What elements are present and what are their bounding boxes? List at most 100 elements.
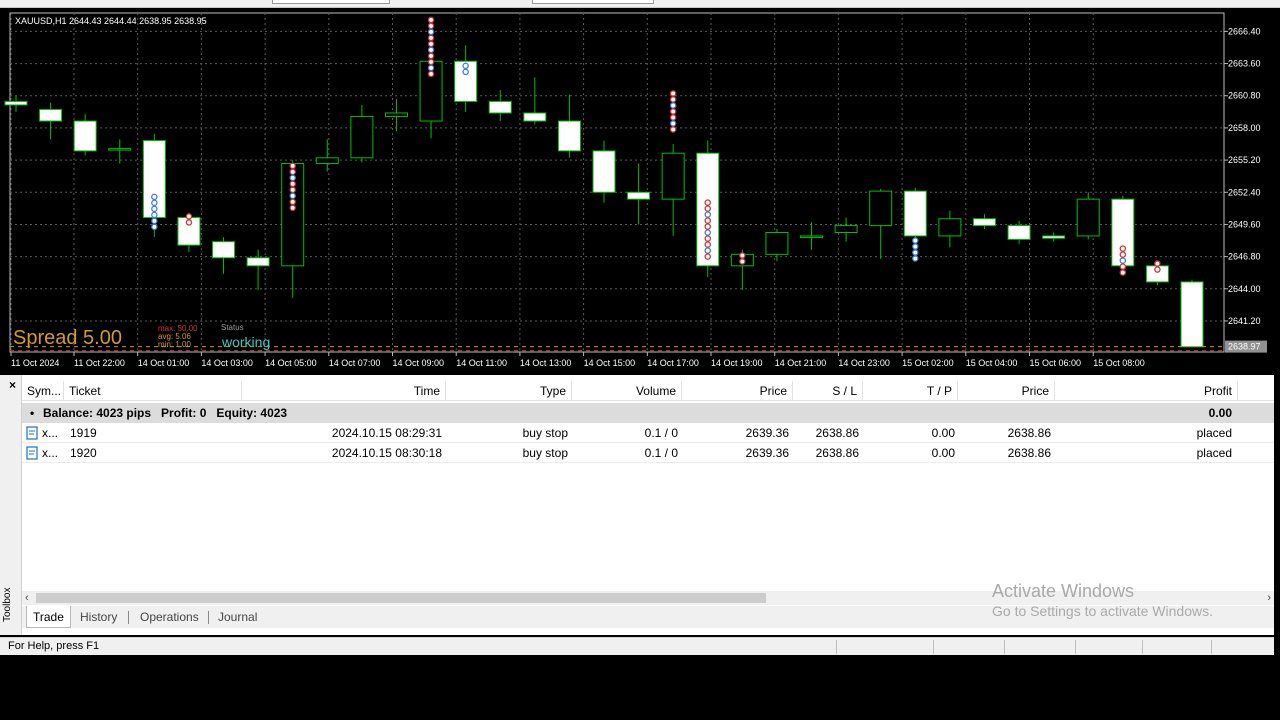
col-current-price[interactable]: Price [958, 381, 1055, 401]
candlestick[interactable] [903, 187, 927, 242]
candlestick[interactable] [557, 94, 581, 158]
order-cur-price: 2638.86 [1007, 426, 1051, 440]
close-icon[interactable]: × [9, 378, 16, 392]
tab-operations[interactable]: Operations [134, 606, 205, 628]
candlestick[interactable] [523, 77, 547, 125]
candlestick[interactable] [246, 249, 270, 290]
trade-marker [427, 34, 435, 42]
status-separator [1142, 640, 1143, 654]
time-tick-label: 15 Oct 06:00 [1030, 358, 1082, 368]
trade-marker [1119, 251, 1127, 258]
candlestick[interactable] [1042, 232, 1066, 242]
trade-marker [912, 249, 919, 256]
candle-body [212, 241, 236, 259]
time-tick-label: 11 Oct 22:00 [74, 358, 125, 368]
spread-readout: Spread 5.00 [13, 327, 122, 349]
trade-marker [289, 162, 296, 170]
candlestick[interactable] [661, 144, 685, 236]
candlestick[interactable] [869, 188, 893, 259]
col-symbol[interactable]: Sym... [22, 381, 64, 401]
trade-marker [739, 258, 746, 265]
trade-marker [1154, 260, 1161, 267]
col-time[interactable]: Time [242, 381, 446, 401]
candlestick[interactable] [73, 114, 97, 156]
time-tick-label: 14 Oct 19:00 [711, 358, 763, 368]
scroll-right-icon[interactable]: › [1267, 591, 1271, 605]
trade-marker [669, 90, 677, 97]
candlestick[interactable] [39, 102, 63, 140]
trade-marker [704, 235, 712, 242]
current-price-label: 2638.97 [1228, 342, 1261, 352]
trade-marker [1119, 257, 1127, 264]
candlestick[interactable] [315, 139, 339, 172]
candlestick[interactable] [938, 210, 962, 248]
candle-body [246, 257, 270, 267]
scroll-left-icon[interactable]: ‹ [25, 591, 29, 605]
candlestick[interactable] [1180, 279, 1204, 348]
price-tick-label: 2658.00 [1228, 123, 1261, 133]
balance-summary: Balance: 4023 pips Profit: 0 Equity: 402… [43, 406, 288, 420]
candlestick[interactable] [765, 229, 789, 262]
toolbar-combo-2[interactable] [532, 0, 654, 4]
candlestick[interactable] [1076, 192, 1100, 240]
status-separator [1004, 640, 1005, 654]
order-volume: 0.1 / 0 [644, 446, 678, 460]
candlestick[interactable] [454, 45, 478, 112]
trade-marker [704, 205, 712, 212]
candlestick[interactable] [800, 222, 824, 250]
candlestick[interactable] [108, 139, 132, 164]
scrollbar-thumb[interactable] [36, 593, 766, 603]
col-volume[interactable]: Volume [572, 381, 682, 401]
tab-trade[interactable]: Trade [26, 606, 71, 628]
candle-body [39, 109, 63, 122]
trade-marker [669, 102, 677, 109]
candlestick[interactable] [972, 214, 996, 230]
candle-body [315, 157, 339, 165]
candlestick[interactable] [488, 89, 512, 122]
price-tick-label: 2646.80 [1228, 252, 1261, 262]
price-chart[interactable]: 2666.40 2663.60 2660.80 2658.00 2655.20 2652.… [0, 8, 1280, 370]
col-take-profit[interactable]: T / P [863, 381, 958, 401]
col-stop-loss[interactable]: S / L [793, 381, 863, 401]
trade-marker [151, 205, 158, 213]
time-tick-label: 14 Oct 15:00 [584, 358, 636, 368]
price-tick-label: 2663.60 [1228, 59, 1261, 69]
trade-marker [704, 247, 712, 254]
candle-body [384, 112, 408, 117]
trade-marker [289, 198, 296, 206]
toolbox-label[interactable]: Toolbox [2, 585, 20, 625]
price-tick-label: 2649.60 [1228, 219, 1261, 229]
spread-min: min: 1.00 [158, 340, 191, 349]
candlestick[interactable] [384, 99, 408, 132]
toolbar [0, 0, 1280, 8]
order-tp: 0.00 [931, 446, 955, 460]
trade-marker [185, 219, 193, 226]
trade-marker [289, 204, 296, 212]
balance-row[interactable]: • Balance: 4023 pips Profit: 0 Equity: 4… [22, 403, 1274, 423]
time-tick-label: 14 Oct 11:00 [456, 358, 507, 368]
trade-marker [669, 126, 677, 133]
price-tick-label: 2655.20 [1228, 155, 1261, 165]
tab-history[interactable]: History [74, 606, 123, 628]
time-tick-label: 14 Oct 07:00 [329, 358, 381, 368]
candlestick[interactable] [592, 140, 616, 203]
order-row[interactable]: x... 1920 2024.10.15 08:30:18 buy stop 0.1 /… [22, 443, 1274, 463]
col-ticket[interactable]: Ticket [64, 381, 242, 401]
candlestick[interactable] [212, 237, 236, 274]
trade-marker [704, 217, 712, 224]
trade-marker [669, 114, 677, 121]
trade-marker [704, 253, 712, 260]
watermark-subtitle: Go to Settings to activate Windows. [992, 603, 1213, 619]
toolbar-combo[interactable] [272, 0, 390, 4]
tab-journal[interactable]: Journal [212, 606, 263, 628]
order-row[interactable]: x... 1919 2024.10.15 08:29:31 buy stop 0.1 /… [22, 423, 1274, 443]
chart-canvas[interactable]: 2666.40 2663.60 2660.80 2658.00 2655.20 2652.… [0, 8, 1280, 370]
col-type[interactable]: Type [446, 381, 572, 401]
candlestick[interactable] [350, 104, 374, 163]
candlestick[interactable] [4, 95, 28, 112]
trade-marker [427, 58, 435, 66]
status-separator [1075, 640, 1076, 654]
col-profit[interactable]: Profit [1055, 381, 1238, 401]
candlestick[interactable] [627, 163, 651, 225]
col-price[interactable]: Price [682, 381, 793, 401]
